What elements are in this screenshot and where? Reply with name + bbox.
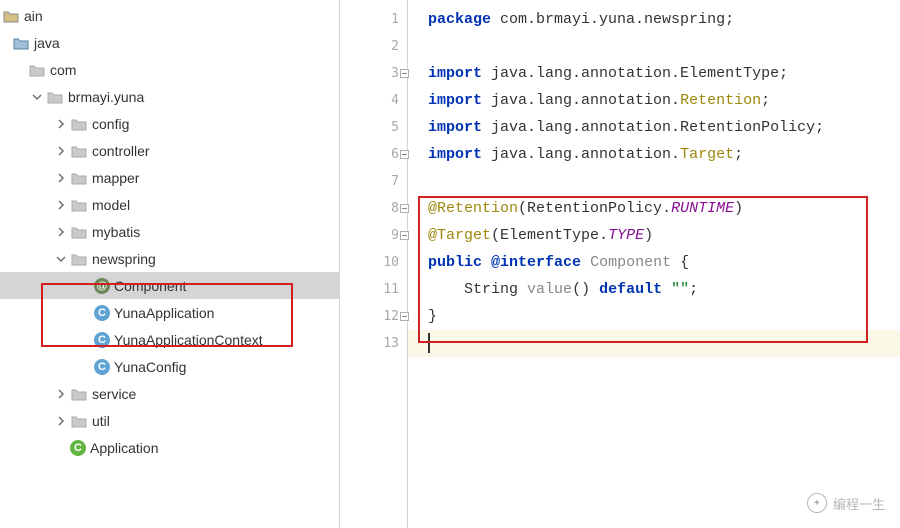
project-tree-sidebar: ain java com brmayi.yuna config controll… — [0, 0, 340, 528]
folder-icon — [70, 116, 88, 132]
folder-icon — [2, 8, 20, 24]
gutter-line: 7 — [340, 168, 407, 195]
tree-node-util[interactable]: util — [0, 407, 339, 434]
folder-icon — [28, 62, 46, 78]
tree-label: Application — [90, 440, 159, 456]
tree-label: mybatis — [92, 224, 140, 240]
tree-node-java[interactable]: java — [0, 29, 339, 56]
code-area[interactable]: package com.brmayi.yuna.newspring; impor… — [408, 0, 900, 528]
code-line[interactable]: String value() default ""; — [408, 276, 900, 303]
tree-node-config[interactable]: config — [0, 110, 339, 137]
gutter-line: 8 — [340, 195, 407, 222]
project-tree[interactable]: ain java com brmayi.yuna config controll… — [0, 0, 339, 461]
tree-label: com — [50, 62, 76, 78]
tree-label: Component — [114, 278, 186, 294]
tree-label: util — [92, 413, 110, 429]
tree-label: ain — [24, 8, 43, 24]
code-line[interactable]: public @interface Component { — [408, 249, 900, 276]
gutter-line: 10 — [340, 249, 407, 276]
tree-node-brmayi[interactable]: brmayi.yuna — [0, 83, 339, 110]
gutter-line: 9 — [340, 222, 407, 249]
gutter-line: 6 — [340, 141, 407, 168]
tree-node-service[interactable]: service — [0, 380, 339, 407]
folder-icon — [70, 251, 88, 267]
gutter-line: 11 — [340, 276, 407, 303]
caret-icon — [428, 333, 430, 353]
code-line[interactable]: import java.lang.annotation.Retention; — [408, 87, 900, 114]
annotation-icon: @ — [94, 278, 110, 294]
chevron-right-icon[interactable] — [52, 169, 70, 187]
tree-label: model — [92, 197, 130, 213]
tree-label: YunaApplicationContext — [114, 332, 263, 348]
code-line[interactable]: import java.lang.annotation.RetentionPol… — [408, 114, 900, 141]
code-line[interactable] — [408, 33, 900, 60]
wechat-icon: ✦ — [807, 493, 827, 513]
folder-icon — [70, 197, 88, 213]
code-line[interactable]: import java.lang.annotation.Target; — [408, 141, 900, 168]
code-line[interactable]: } — [408, 303, 900, 330]
tree-node-main[interactable]: ain — [0, 2, 339, 29]
tree-node-yunactx[interactable]: C YunaApplicationContext — [0, 326, 339, 353]
folder-icon — [12, 35, 30, 51]
folder-icon — [70, 413, 88, 429]
tree-node-mapper[interactable]: mapper — [0, 164, 339, 191]
tree-node-application[interactable]: C Application — [0, 434, 339, 461]
watermark: ✦ 编程一生 — [807, 493, 885, 513]
folder-icon — [70, 170, 88, 186]
gutter-line: 3 — [340, 60, 407, 87]
tree-node-newspring[interactable]: newspring — [0, 245, 339, 272]
folder-icon — [70, 224, 88, 240]
watermark-text: 编程一生 — [833, 494, 885, 513]
class-icon: C — [94, 359, 110, 375]
chevron-right-icon[interactable] — [52, 115, 70, 133]
code-line[interactable]: import java.lang.annotation.ElementType; — [408, 60, 900, 87]
code-line[interactable]: package com.brmayi.yuna.newspring; — [408, 6, 900, 33]
chevron-right-icon[interactable] — [52, 142, 70, 160]
code-line[interactable] — [408, 168, 900, 195]
tree-node-controller[interactable]: controller — [0, 137, 339, 164]
gutter-line: 4 — [340, 87, 407, 114]
tree-label: newspring — [92, 251, 156, 267]
chevron-right-icon[interactable] — [52, 223, 70, 241]
code-line[interactable]: @Retention(RetentionPolicy.RUNTIME) — [408, 195, 900, 222]
chevron-right-icon[interactable] — [52, 196, 70, 214]
class-icon: C — [94, 332, 110, 348]
gutter-line: 13 — [340, 330, 407, 357]
chevron-down-icon[interactable] — [52, 250, 70, 268]
tree-label: YunaApplication — [114, 305, 214, 321]
class-icon: C — [70, 440, 86, 456]
tree-label: java — [34, 35, 60, 51]
code-line[interactable] — [408, 330, 900, 357]
chevron-right-icon[interactable] — [52, 412, 70, 430]
gutter-line: 5 — [340, 114, 407, 141]
folder-icon — [70, 386, 88, 402]
chevron-right-icon[interactable] — [52, 385, 70, 403]
tree-label: controller — [92, 143, 150, 159]
tree-label: YunaConfig — [114, 359, 186, 375]
chevron-down-icon[interactable] — [28, 88, 46, 106]
tree-label: brmayi.yuna — [68, 89, 144, 105]
tree-node-mybatis[interactable]: mybatis — [0, 218, 339, 245]
code-line[interactable]: @Target(ElementType.TYPE) — [408, 222, 900, 249]
tree-node-yunaapp[interactable]: C YunaApplication — [0, 299, 339, 326]
gutter-line: 12 — [340, 303, 407, 330]
code-editor[interactable]: 1 2 3 4 5 6 7 8 9 10 11 12 13 package co… — [340, 0, 900, 528]
tree-node-com[interactable]: com — [0, 56, 339, 83]
class-icon: C — [94, 305, 110, 321]
gutter: 1 2 3 4 5 6 7 8 9 10 11 12 13 — [340, 0, 408, 528]
gutter-line: 2 — [340, 33, 407, 60]
tree-node-yunacfg[interactable]: C YunaConfig — [0, 353, 339, 380]
folder-icon — [70, 143, 88, 159]
gutter-line: 1 — [340, 6, 407, 33]
tree-label: config — [92, 116, 129, 132]
tree-node-component[interactable]: @ Component — [0, 272, 339, 299]
tree-label: service — [92, 386, 136, 402]
tree-label: mapper — [92, 170, 139, 186]
folder-icon — [46, 89, 64, 105]
tree-node-model[interactable]: model — [0, 191, 339, 218]
